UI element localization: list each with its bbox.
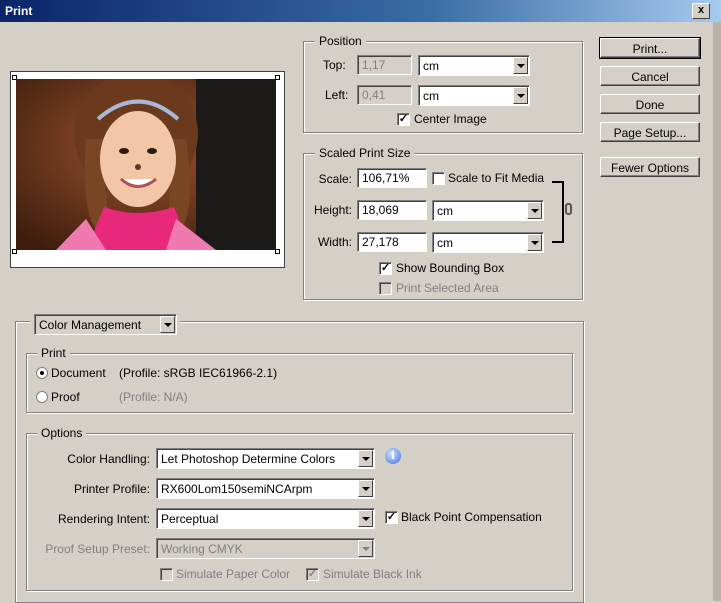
printer-profile-label: Printer Profile: — [73, 482, 150, 496]
show-bounding-box-label: Show Bounding Box — [396, 261, 505, 275]
background-window-strip — [713, 22, 721, 601]
black-point-checkbox[interactable]: ✓ — [385, 511, 398, 524]
scale-to-fit-label: Scale to Fit Media — [448, 171, 545, 185]
simulate-paper-checkbox[interactable] — [160, 568, 173, 581]
height-input[interactable]: 18,069 — [357, 200, 427, 220]
width-unit-value: cm — [437, 236, 453, 250]
top-label: Top: — [323, 58, 346, 72]
print-preview[interactable] — [10, 71, 285, 268]
printer-profile-value: RX600Lom150semiNCArpm — [161, 482, 313, 496]
page-setup-button[interactable]: Page Setup... — [600, 122, 700, 142]
proof-label: Proof — [51, 390, 80, 404]
width-input[interactable]: 27,178 — [357, 232, 427, 252]
output-mode-select[interactable]: Color Management — [34, 314, 177, 335]
cancel-button[interactable]: Cancel — [600, 66, 700, 86]
proof-setup-value: Working CMYK — [161, 542, 243, 556]
chevron-down-icon — [513, 87, 528, 104]
simulate-ink-label: Simulate Black Ink — [323, 567, 422, 581]
height-unit-select[interactable]: cm — [432, 200, 544, 221]
chevron-down-icon — [358, 450, 373, 467]
output-mode-value: Color Management — [39, 318, 142, 332]
options-legend: Options — [37, 426, 87, 440]
left-input[interactable]: 0,41 — [357, 85, 412, 105]
scale-label: Scale: — [318, 172, 352, 186]
preview-photo — [16, 79, 276, 250]
photo-image — [16, 79, 276, 250]
fewer-options-button[interactable]: Fewer Options — [600, 157, 700, 177]
constrain-bracket — [552, 181, 564, 243]
rendering-intent-select[interactable]: Perceptual — [156, 508, 375, 529]
print-selected-area-checkbox[interactable] — [379, 282, 392, 295]
left-unit-value: cm — [423, 89, 439, 103]
scaled-legend: Scaled Print Size — [315, 146, 415, 160]
color-handling-label: Color Handling: — [67, 452, 150, 466]
title-bar: Print x — [0, 0, 721, 22]
black-point-label: Black Point Compensation — [401, 510, 542, 524]
print-button[interactable]: Print... — [599, 37, 701, 59]
chevron-down-icon — [527, 202, 542, 219]
color-handling-select[interactable]: Let Photoshop Determine Colors — [156, 448, 375, 469]
rendering-intent-value: Perceptual — [161, 512, 219, 526]
scale-input[interactable]: 106,71% — [357, 168, 427, 188]
link-icon[interactable] — [565, 203, 572, 215]
top-input[interactable]: 1,17 — [357, 55, 412, 75]
position-legend: Position — [315, 34, 366, 48]
top-unit-value: cm — [423, 59, 439, 73]
print-selected-area-label: Print Selected Area — [396, 281, 499, 295]
center-image-label: Center Image — [414, 112, 487, 126]
window-title: Print — [5, 4, 33, 18]
done-button[interactable]: Done — [600, 94, 700, 114]
top-unit-select[interactable]: cm — [418, 55, 530, 76]
width-unit-select[interactable]: cm — [432, 232, 544, 253]
print-source-legend: Print — [37, 346, 70, 360]
proof-profile: (Profile: N/A) — [119, 390, 188, 404]
simulate-ink-checkbox[interactable]: ✓ — [306, 568, 319, 581]
close-button[interactable]: x — [692, 3, 710, 19]
scale-to-fit-checkbox[interactable] — [432, 172, 445, 185]
proof-radio[interactable] — [36, 391, 48, 403]
chevron-down-icon — [527, 234, 542, 251]
width-label: Width: — [317, 235, 352, 249]
simulate-paper-label: Simulate Paper Color — [176, 567, 291, 581]
document-label: Document — [51, 366, 106, 380]
color-handling-value: Let Photoshop Determine Colors — [161, 452, 336, 466]
document-radio[interactable] — [36, 367, 48, 379]
print-source-group — [26, 353, 573, 413]
height-label: Height: — [313, 203, 352, 217]
left-unit-select[interactable]: cm — [418, 85, 530, 106]
center-image-checkbox[interactable]: ✓ — [397, 113, 410, 126]
rendering-intent-label: Rendering Intent: — [57, 512, 150, 526]
printer-profile-select[interactable]: RX600Lom150semiNCArpm — [156, 478, 375, 499]
chevron-down-icon — [358, 510, 373, 527]
height-unit-value: cm — [437, 204, 453, 218]
chevron-down-icon — [358, 540, 373, 557]
left-label: Left: — [325, 88, 349, 102]
document-profile: (Profile: sRGB IEC61966-2.1) — [119, 366, 278, 380]
proof-setup-select[interactable]: Working CMYK — [156, 538, 375, 559]
chevron-down-icon — [513, 57, 528, 74]
chevron-down-icon — [160, 316, 175, 333]
show-bounding-box-checkbox[interactable]: ✓ — [379, 262, 392, 275]
chevron-down-icon — [358, 480, 373, 497]
proof-setup-label: Proof Setup Preset: — [45, 542, 150, 556]
info-icon[interactable]: i — [385, 448, 401, 464]
